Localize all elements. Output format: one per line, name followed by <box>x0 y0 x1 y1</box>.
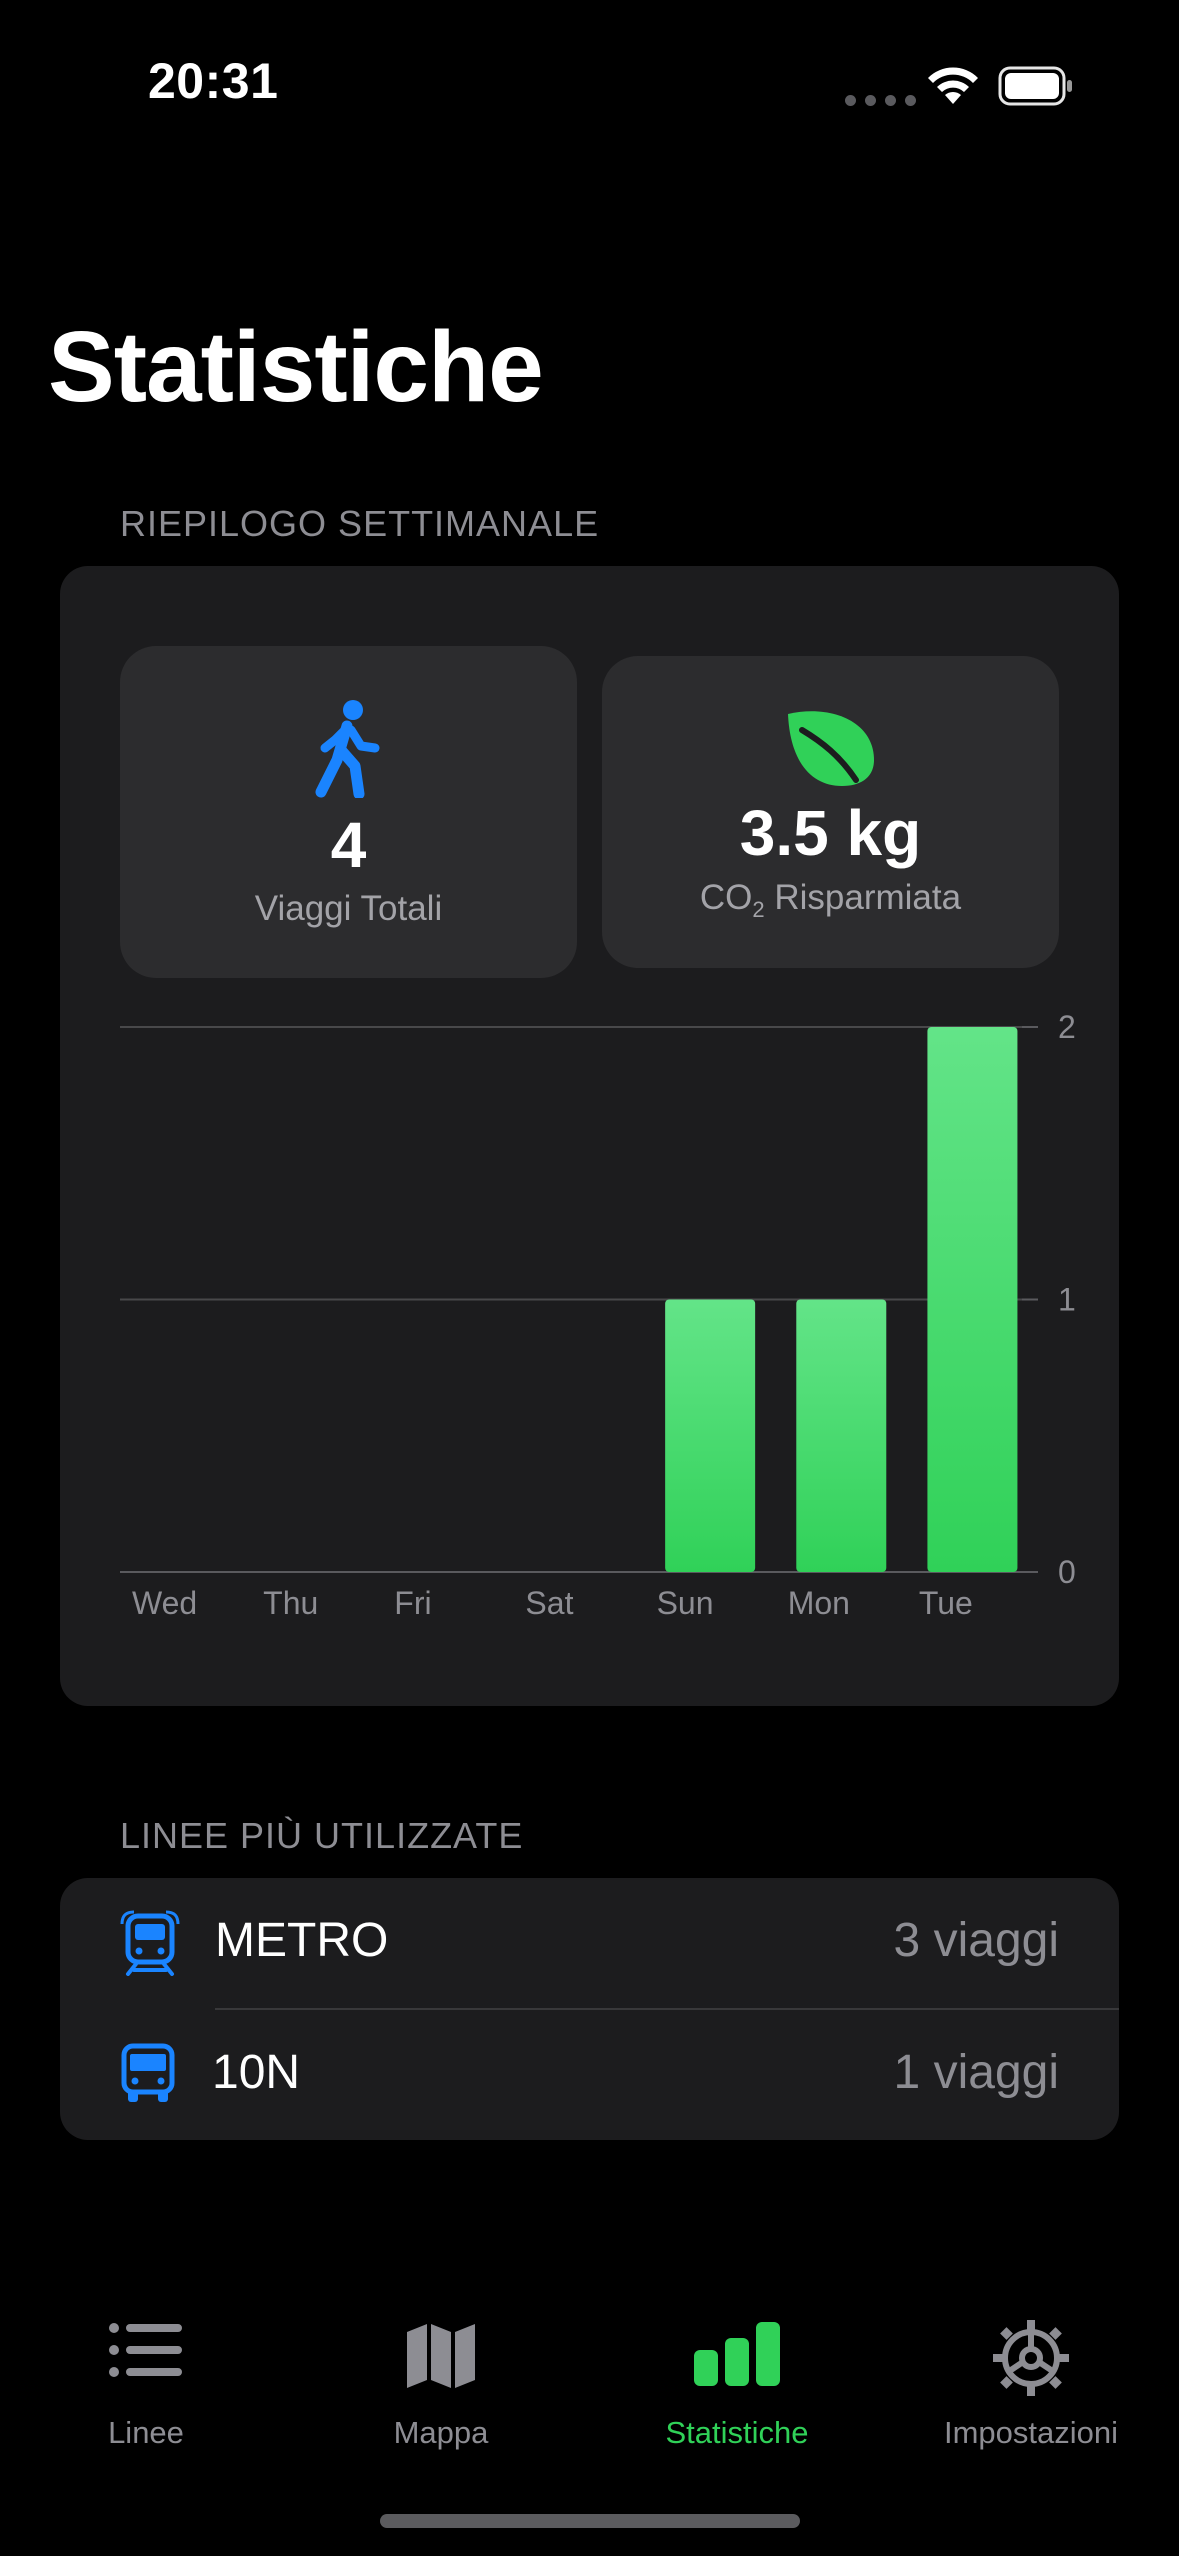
line-row-metro[interactable]: METRO 3 viaggi <box>60 1878 1119 2010</box>
tab-label: Mappa <box>393 2415 489 2450</box>
x-tick-label: Tue <box>919 1585 973 1621</box>
tram-icon <box>120 1910 180 1976</box>
map-icon <box>407 2324 475 2388</box>
walk-icon <box>315 700 380 798</box>
x-tick-label: Sun <box>657 1585 714 1621</box>
gear-icon <box>993 2320 1069 2396</box>
weekly-trips-chart: 0 1 2 Wed Thu Fri Sat Sun Mon Tue <box>120 1009 1076 1621</box>
list-icon <box>109 2323 182 2377</box>
lines-section-label: LINEE PIÙ UTILIZZATE <box>120 1815 524 1856</box>
trips-label: Viaggi Totali <box>254 889 443 928</box>
line-trip-count: 3 viaggi <box>893 1914 1059 1967</box>
lines-card: METRO 3 viaggi 10N 1 viaggi <box>60 1878 1119 2140</box>
tab-label: Statistiche <box>665 2415 809 2450</box>
bar-sun <box>665 1299 756 1572</box>
x-tick-label: Wed <box>132 1585 197 1621</box>
chart-bar-icon <box>694 2322 780 2386</box>
bar-tue <box>927 1027 1018 1572</box>
trips-tile: 4 Viaggi Totali <box>120 646 577 978</box>
x-tick-label: Mon <box>788 1585 850 1621</box>
line-name: METRO <box>215 1914 389 1967</box>
leaf-icon <box>788 711 874 786</box>
cellular-signal-icon <box>845 95 916 106</box>
bar-mon <box>796 1299 887 1572</box>
co2-label: CO2 Risparmiata <box>699 878 962 922</box>
x-tick-label: Thu <box>263 1585 318 1621</box>
line-row-10n[interactable]: 10N 1 viaggi <box>60 2010 1119 2140</box>
page-title: Statistiche <box>48 311 544 423</box>
tab-label: Linee <box>108 2415 184 2450</box>
battery-icon <box>998 66 1072 106</box>
wifi-icon <box>928 67 978 104</box>
y-tick-label: 1 <box>1058 1282 1076 1318</box>
x-tick-label: Fri <box>394 1585 431 1621</box>
y-tick-label: 2 <box>1058 1009 1076 1045</box>
bus-icon <box>121 2043 175 2102</box>
tab-label: Impostazioni <box>943 2415 1119 2450</box>
weekly-section-label: RIEPILOGO SETTIMANALE <box>120 503 600 544</box>
home-indicator <box>380 2514 800 2528</box>
co2-tile: 3.5 kg CO2 Risparmiata <box>602 656 1059 968</box>
trips-value: 4 <box>330 809 367 881</box>
x-tick-label: Sat <box>525 1585 573 1621</box>
line-name: 10N <box>212 2046 301 2099</box>
line-trip-count: 1 viaggi <box>893 2046 1059 2099</box>
co2-value: 3.5 kg <box>739 797 922 869</box>
y-tick-label: 0 <box>1058 1554 1076 1590</box>
status-time: 20:31 <box>148 53 279 109</box>
